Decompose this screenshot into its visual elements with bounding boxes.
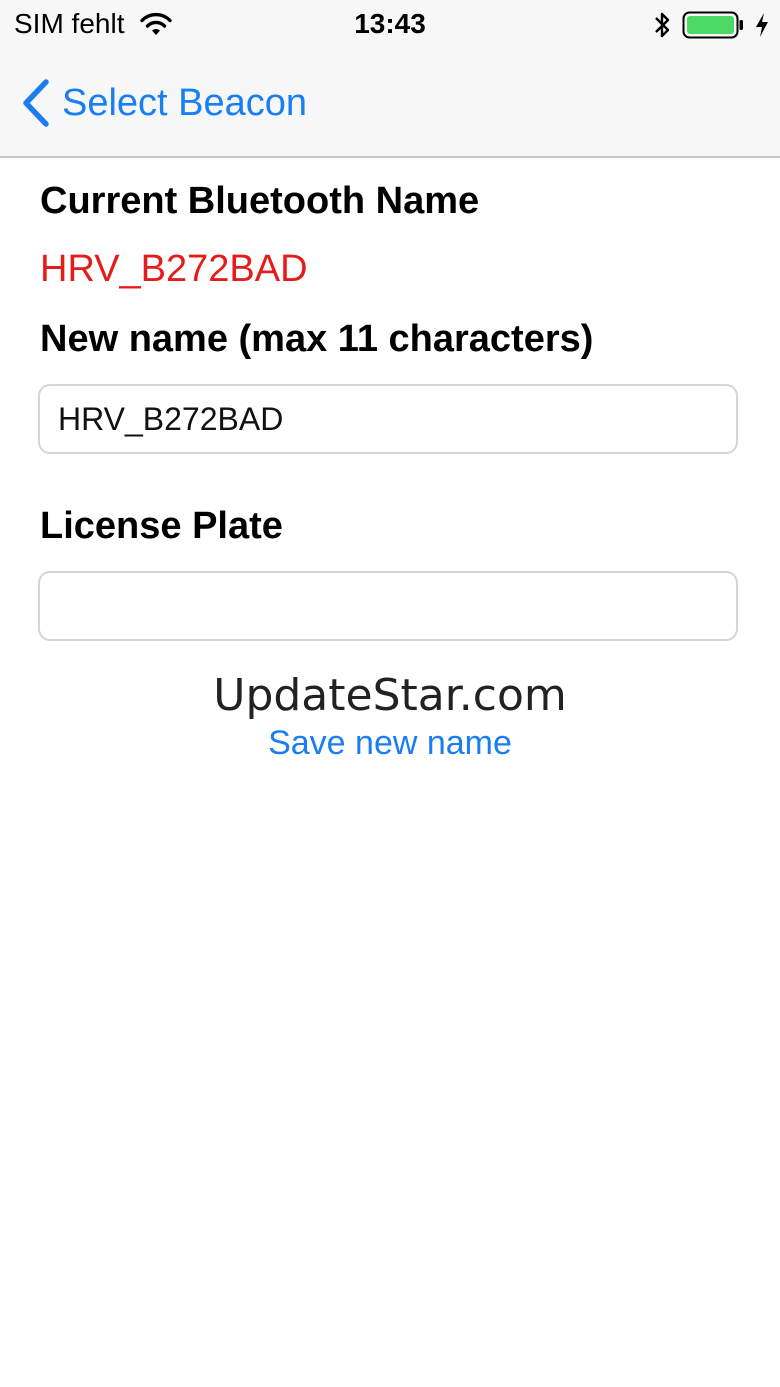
charging-icon (756, 13, 768, 37)
chevron-left-icon (23, 79, 49, 127)
screen: SIM fehlt 13:43 Select Beacon Current Bl… (0, 0, 780, 1387)
license-plate-heading: License Plate (40, 505, 283, 547)
battery-icon (682, 11, 743, 39)
bluetooth-icon (655, 12, 670, 38)
status-bar: SIM fehlt 13:43 (0, 0, 780, 52)
watermark: UpdateStar.com (213, 670, 567, 721)
new-name-field[interactable] (38, 384, 738, 454)
back-button-label: Select Beacon (62, 81, 308, 124)
current-name-heading: Current Bluetooth Name (40, 180, 480, 222)
license-plate-field[interactable] (38, 571, 738, 641)
save-new-name-button[interactable]: Save new name (0, 724, 780, 763)
current-name-value: HRV_B272BAD (40, 248, 308, 290)
back-button[interactable]: Select Beacon (18, 78, 307, 128)
new-name-heading: New name (max 11 characters) (40, 318, 594, 360)
navigation-bar: Select Beacon (0, 52, 780, 158)
status-icons (652, 10, 770, 40)
